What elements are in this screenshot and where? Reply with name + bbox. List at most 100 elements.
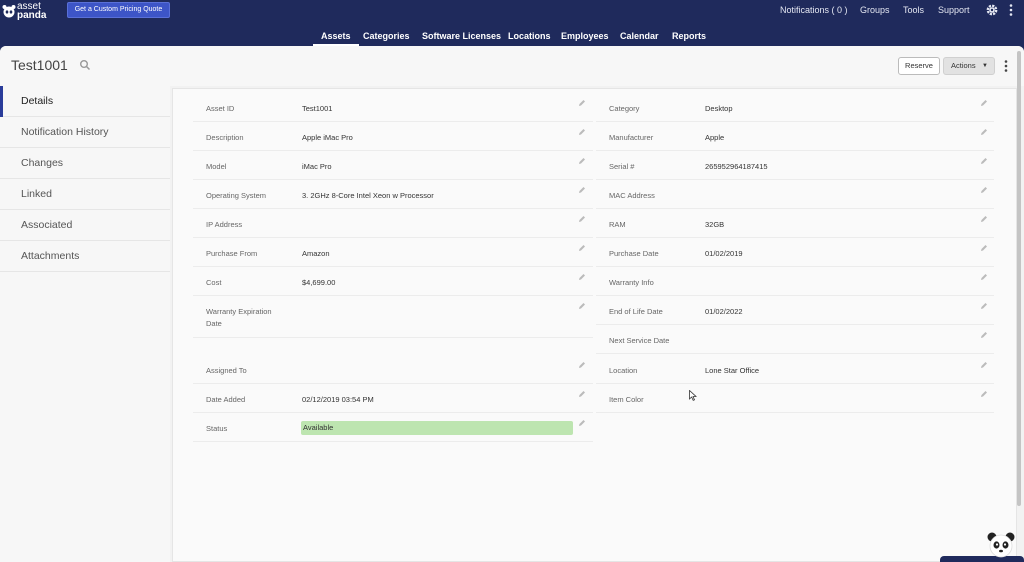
- field-label: Purchase Date: [609, 249, 659, 258]
- field-label: IP Address: [206, 220, 243, 229]
- field-row-asset-id: Asset ID Test1001: [193, 93, 593, 122]
- field-row-item-color: Item Color: [596, 384, 994, 413]
- field-row-warranty-info: Warranty Info: [596, 267, 994, 296]
- field-row-purchase-from: Purchase From Amazon: [193, 238, 593, 267]
- edit-pencil-icon[interactable]: [578, 215, 586, 223]
- sidebar-item-changes[interactable]: Changes: [0, 148, 170, 179]
- field-label: Warranty Expiration: [206, 307, 272, 316]
- edit-pencil-icon[interactable]: [980, 128, 988, 136]
- field-row-description: Description Apple iMac Pro: [193, 122, 593, 151]
- field-label: Model: [206, 162, 227, 171]
- field-row-cost: Cost $4,699.00: [193, 267, 593, 296]
- field-row-date-added: Date Added 02/12/2019 03:54 PM: [193, 384, 593, 413]
- asset-panda-logo[interactable]: asset panda: [2, 2, 50, 22]
- notifications-link[interactable]: Notifications ( 0 ): [780, 5, 848, 15]
- nav-assets[interactable]: Assets: [313, 31, 358, 46]
- field-label: Status: [206, 424, 228, 433]
- nav-calendar[interactable]: Calendar: [620, 31, 659, 41]
- edit-pencil-icon[interactable]: [980, 215, 988, 223]
- tools-link[interactable]: Tools: [903, 5, 924, 15]
- page-title: Test1001: [11, 57, 68, 73]
- edit-pencil-icon[interactable]: [980, 157, 988, 165]
- record-more-options-icon[interactable]: [1004, 59, 1008, 73]
- edit-pencil-icon[interactable]: [980, 390, 988, 398]
- panda-help-icon[interactable]: [986, 530, 1016, 560]
- edit-pencil-icon[interactable]: [578, 157, 586, 165]
- logo-text-panda: panda: [17, 10, 47, 21]
- edit-pencil-icon[interactable]: [980, 244, 988, 252]
- field-value: Desktop: [705, 104, 733, 113]
- edit-pencil-icon[interactable]: [578, 390, 586, 398]
- record-header: Test1001 Reserve Actions ▼: [0, 46, 1024, 86]
- field-row-ram: RAM 32GB: [596, 209, 994, 238]
- edit-pencil-icon[interactable]: [578, 244, 586, 252]
- edit-pencil-icon[interactable]: [980, 273, 988, 281]
- edit-pencil-icon[interactable]: [578, 99, 586, 107]
- field-value: 32GB: [705, 220, 725, 229]
- edit-pencil-icon[interactable]: [980, 302, 988, 310]
- edit-pencil-icon[interactable]: [980, 186, 988, 194]
- edit-pencil-icon[interactable]: [980, 99, 988, 107]
- field-value: 01/02/2022: [705, 307, 743, 316]
- field-label: Description: [206, 133, 244, 142]
- gear-icon[interactable]: [985, 3, 999, 17]
- field-value: 3. 2GHz 8-Core Intel Xeon w Processor: [302, 191, 434, 200]
- scrollbar-thumb[interactable]: [1017, 51, 1021, 506]
- field-label: Serial #: [609, 162, 635, 171]
- field-label: Assigned To: [206, 366, 247, 375]
- nav-reports[interactable]: Reports: [672, 31, 706, 41]
- field-row-end-of-life-date: End of Life Date 01/02/2022: [596, 296, 994, 325]
- details-card: Asset ID Test1001 Description Apple iMac…: [172, 88, 1017, 562]
- field-row-location: Location Lone Star Office: [596, 355, 994, 384]
- reserve-button[interactable]: Reserve: [898, 57, 940, 75]
- nav-categories[interactable]: Categories: [363, 31, 410, 41]
- edit-pencil-icon[interactable]: [980, 361, 988, 369]
- content-panel: Test1001 Reserve Actions ▼ Details Notif…: [0, 46, 1024, 562]
- nav-software-licenses[interactable]: Software Licenses: [422, 31, 501, 41]
- edit-pencil-icon[interactable]: [980, 331, 988, 339]
- mouse-cursor-icon: [689, 390, 697, 401]
- field-value: Apple: [705, 133, 725, 142]
- edit-pencil-icon[interactable]: [578, 128, 586, 136]
- sidebar-item-associated[interactable]: Associated: [0, 210, 170, 241]
- vertical-scrollbar[interactable]: [1016, 47, 1022, 513]
- nav-employees[interactable]: Employees: [561, 31, 609, 41]
- edit-pencil-icon[interactable]: [578, 419, 586, 427]
- field-label: Category: [609, 104, 640, 113]
- field-row-operating-system: Operating System 3. 2GHz 8-Core Intel Xe…: [193, 180, 593, 209]
- field-row-serial: Serial # 265952964187415: [596, 151, 994, 180]
- field-row-status: Status Available: [193, 413, 593, 442]
- field-value: iMac Pro: [302, 162, 332, 171]
- field-label: Next Service Date: [609, 336, 670, 345]
- edit-pencil-icon[interactable]: [578, 273, 586, 281]
- nav-locations[interactable]: Locations: [508, 31, 551, 41]
- field-value: Apple iMac Pro: [302, 133, 353, 142]
- field-label: Manufacturer: [609, 133, 654, 142]
- sidebar-item-linked[interactable]: Linked: [0, 179, 170, 210]
- chevron-down-icon: ▼: [982, 63, 988, 69]
- search-icon[interactable]: [79, 59, 91, 71]
- field-row-mac-address: MAC Address: [596, 180, 994, 209]
- field-row-model: Model iMac Pro: [193, 151, 593, 180]
- edit-pencil-icon[interactable]: [578, 186, 586, 194]
- field-label: Purchase From: [206, 249, 258, 258]
- field-label: RAM: [609, 220, 626, 229]
- field-value: $4,699.00: [302, 278, 336, 287]
- sidebar-item-notification-history[interactable]: Notification History: [0, 117, 170, 148]
- actions-dropdown[interactable]: Actions ▼: [943, 57, 995, 75]
- edit-pencil-icon[interactable]: [578, 361, 586, 369]
- field-label: End of Life Date: [609, 307, 663, 316]
- custom-pricing-quote-button[interactable]: Get a Custom Pricing Quote: [67, 2, 170, 18]
- status-badge[interactable]: Available: [301, 421, 573, 435]
- edit-pencil-icon[interactable]: [578, 302, 586, 310]
- top-bar: asset panda Get a Custom Pricing Quote N…: [0, 0, 1024, 46]
- field-value: Amazon: [302, 249, 330, 258]
- panda-logo-icon: [2, 5, 16, 18]
- sidebar-item-details[interactable]: Details: [0, 86, 170, 117]
- sidebar-item-attachments[interactable]: Attachments: [0, 241, 170, 272]
- field-row-warranty-expiration: Warranty Expiration Date: [193, 296, 593, 338]
- field-value: Test1001: [302, 104, 333, 113]
- groups-link[interactable]: Groups: [860, 5, 890, 15]
- support-link[interactable]: Support: [938, 5, 970, 15]
- more-options-icon[interactable]: [1009, 3, 1013, 17]
